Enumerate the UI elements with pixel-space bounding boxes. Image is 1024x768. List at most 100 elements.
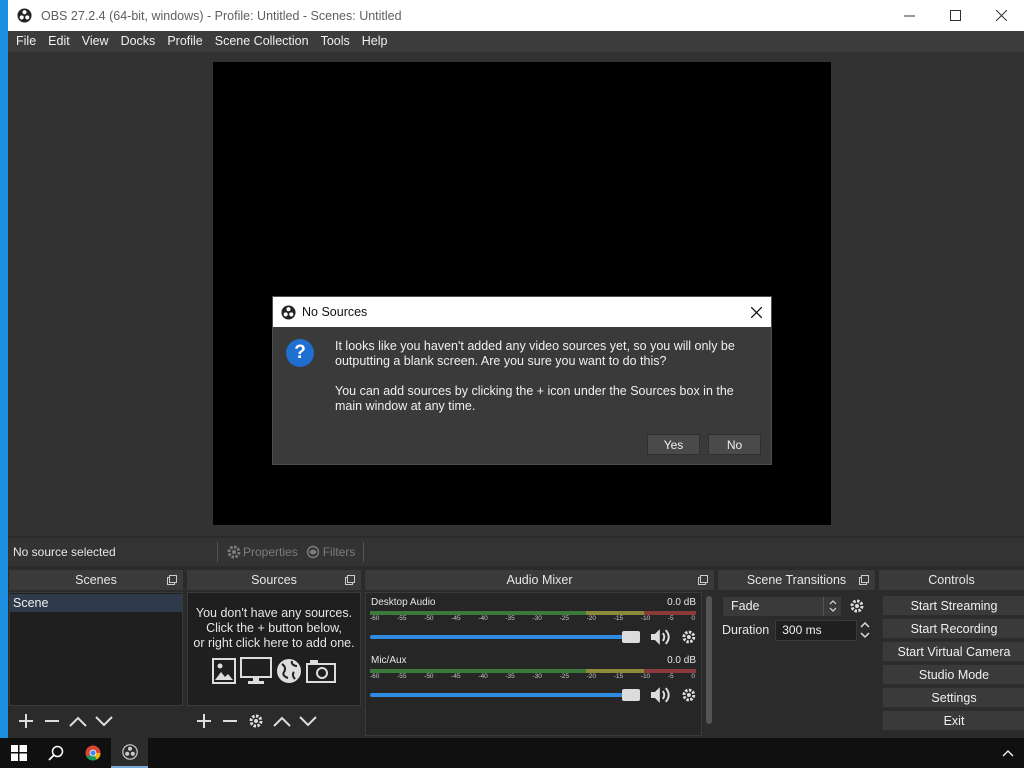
tick-label: -55	[397, 673, 407, 680]
menu-file[interactable]: File	[8, 31, 42, 52]
chevron-up-icon[interactable]	[859, 620, 871, 630]
move-source-up-button[interactable]	[269, 708, 295, 734]
tick-label: -55	[397, 615, 407, 622]
gear-icon[interactable]	[849, 598, 865, 614]
minimize-icon	[903, 15, 915, 17]
volume-slider[interactable]	[370, 689, 640, 701]
menu-edit[interactable]: Edit	[42, 31, 76, 52]
filters-button[interactable]: Filters	[302, 541, 360, 563]
scrollbar-thumb[interactable]	[706, 596, 712, 724]
no-button[interactable]: No	[708, 434, 761, 455]
start-streaming-button[interactable]: Start Streaming	[882, 595, 1024, 616]
dialog-message-line: It looks like you haven't added any vide…	[335, 339, 735, 368]
chevron-up-icon	[69, 716, 87, 727]
undock-icon[interactable]	[345, 575, 355, 585]
obs-logo-icon	[17, 8, 32, 23]
duration-spinner[interactable]	[859, 620, 871, 640]
display-icon	[240, 657, 272, 684]
move-scene-up-button[interactable]	[65, 708, 91, 734]
dialog-close-button[interactable]	[741, 297, 771, 327]
minimize-button[interactable]	[886, 0, 932, 31]
source-type-icons	[188, 657, 360, 685]
empty-line: Click the + button below,	[206, 621, 342, 635]
scene-transitions-dock: Scene Transitions Fade Duration 300 ms	[718, 570, 875, 736]
speaker-icon[interactable]	[650, 686, 674, 704]
tick-label: 0	[691, 615, 695, 622]
mixer-scrollbar[interactable]	[704, 592, 714, 728]
add-scene-button[interactable]	[13, 708, 39, 734]
undock-icon[interactable]	[698, 575, 708, 585]
sources-dock: Sources You don't have any sources. Clic…	[187, 570, 361, 736]
image-icon	[212, 658, 236, 684]
menu-profile[interactable]: Profile	[161, 31, 208, 52]
dialog-title: No Sources	[302, 305, 368, 319]
transition-select[interactable]: Fade	[722, 595, 842, 617]
sources-list[interactable]: You don't have any sources. Click the + …	[187, 592, 361, 706]
dialog-titlebar[interactable]: No Sources	[273, 297, 771, 327]
tray-expand-button[interactable]	[1002, 746, 1014, 760]
transition-select-arrows[interactable]	[823, 596, 841, 616]
tick-label: -40	[478, 615, 488, 622]
chrome-taskbar-button[interactable]	[74, 738, 111, 768]
volume-slider-handle[interactable]	[621, 689, 640, 701]
up-down-arrows-icon	[829, 600, 836, 612]
chevron-up-icon	[273, 716, 291, 727]
properties-button[interactable]: Properties	[222, 541, 302, 563]
move-scene-down-button[interactable]	[91, 708, 117, 734]
tick-label: -20	[586, 673, 597, 680]
desktop-background	[0, 0, 8, 738]
controls-dock: Controls Start Streaming Start Recording…	[879, 570, 1024, 736]
gear-icon[interactable]	[681, 687, 697, 703]
tick-label: -30	[532, 673, 542, 680]
search-button[interactable]	[37, 738, 74, 768]
add-source-button[interactable]	[191, 708, 217, 734]
volume-slider-handle[interactable]	[621, 631, 640, 643]
scene-item[interactable]: Scene	[10, 594, 182, 612]
start-virtual-camera-button[interactable]: Start Virtual Camera	[882, 641, 1024, 662]
close-window-button[interactable]	[978, 0, 1024, 31]
menu-view[interactable]: View	[76, 31, 115, 52]
tick-label: -25	[559, 615, 569, 622]
tick-label: -15	[613, 615, 624, 622]
volume-slider[interactable]	[370, 631, 640, 643]
undock-icon[interactable]	[859, 575, 869, 585]
speaker-icon[interactable]	[650, 628, 674, 646]
undock-icon[interactable]	[167, 575, 177, 585]
tick-label: -35	[505, 615, 515, 622]
start-recording-button[interactable]: Start Recording	[882, 618, 1024, 639]
chevron-down-icon	[299, 716, 317, 727]
channel-level: 0.0 dB	[667, 655, 696, 666]
obs-taskbar-button[interactable]	[111, 738, 148, 768]
menu-bar: File Edit View Docks Profile Scene Colle…	[8, 31, 1024, 52]
start-button[interactable]	[0, 738, 37, 768]
properties-label: Properties	[243, 545, 298, 559]
yes-button[interactable]: Yes	[647, 434, 700, 455]
remove-scene-button[interactable]	[39, 708, 65, 734]
minus-icon	[223, 720, 237, 722]
tick-label: -50	[424, 673, 434, 680]
menu-scene-collection[interactable]: Scene Collection	[209, 31, 315, 52]
remove-source-button[interactable]	[217, 708, 243, 734]
scenes-toolbar	[9, 706, 183, 736]
windows-logo-icon	[10, 745, 27, 761]
chevron-down-icon[interactable]	[859, 630, 871, 640]
empty-line: or right click here to add one.	[193, 636, 355, 650]
menu-help[interactable]: Help	[356, 31, 394, 52]
move-source-down-button[interactable]	[295, 708, 321, 734]
tick-label: -30	[532, 615, 542, 622]
plus-icon	[19, 714, 33, 728]
menu-tools[interactable]: Tools	[315, 31, 356, 52]
transition-selected-value: Fade	[731, 599, 760, 613]
maximize-button[interactable]	[932, 0, 978, 31]
source-properties-button[interactable]	[243, 708, 269, 734]
exit-button[interactable]: Exit	[882, 710, 1024, 731]
studio-mode-button[interactable]: Studio Mode	[882, 664, 1024, 685]
settings-button[interactable]: Settings	[882, 687, 1024, 708]
menu-docks[interactable]: Docks	[115, 31, 162, 52]
scenes-list[interactable]: Scene	[9, 592, 183, 706]
scene-transitions-title: Scene Transitions	[746, 573, 847, 587]
duration-value: 300 ms	[782, 623, 822, 637]
gear-icon[interactable]	[681, 629, 697, 645]
duration-input[interactable]: 300 ms	[775, 619, 857, 641]
window-titlebar[interactable]: OBS 27.2.4 (64-bit, windows) - Profile: …	[8, 0, 1024, 31]
